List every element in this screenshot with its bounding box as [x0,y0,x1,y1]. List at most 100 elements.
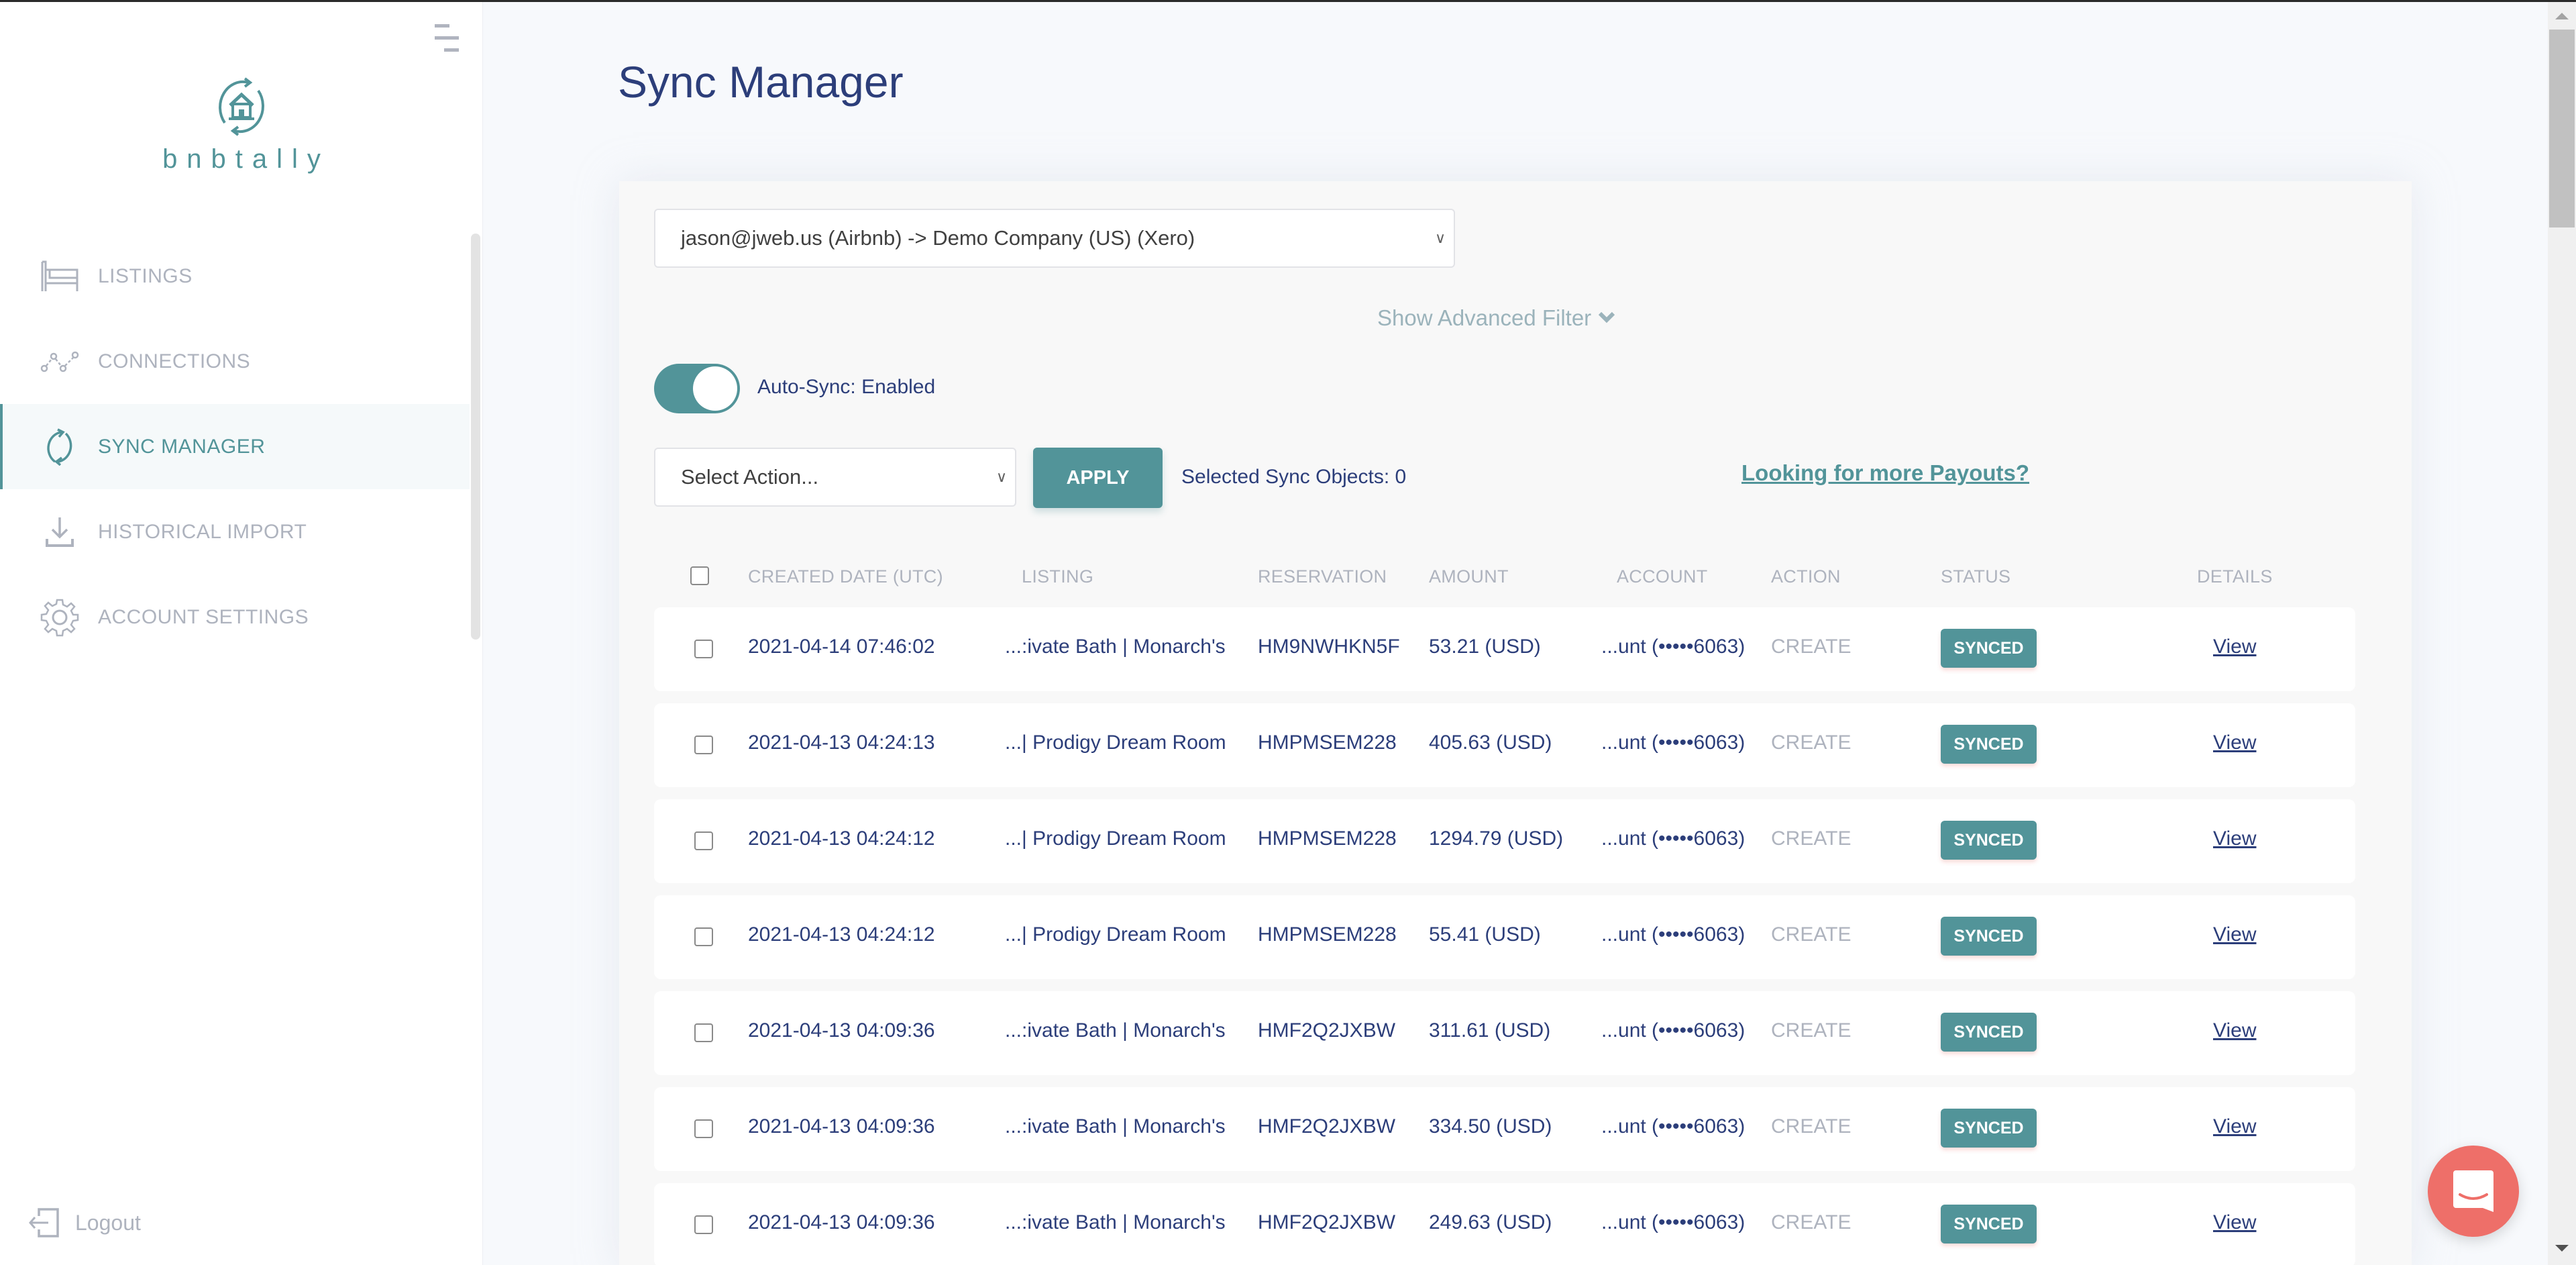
action-select-value: Select Action... [681,465,819,489]
sidebar-scrollbar[interactable] [471,234,480,640]
listing-name: ...:ivate Bath | Monarch's [1005,1115,1226,1137]
action-type: CREATE [1771,1019,1851,1042]
amount: 334.50 (USD) [1429,1115,1552,1137]
action-type: CREATE [1771,636,1851,658]
apply-button[interactable]: APPLY [1033,448,1163,508]
action-select[interactable]: Select Action... ∨ [654,448,1016,507]
account: ...unt (•••••6063) [1601,1115,1746,1137]
sidebar-item-historical-import[interactable]: HISTORICAL IMPORT [0,489,470,574]
reservation-code: HM9NWHKN5F [1258,636,1400,658]
account: ...unt (•••••6063) [1601,827,1746,850]
table-row: 2021-04-13 04:09:36 ...:ivate Bath | Mona… [654,1183,2355,1265]
column-header[interactable]: ACTION [1771,566,1841,587]
sidebar-item-sync-manager[interactable]: SYNC MANAGER [0,404,470,489]
reservation-code: HMF2Q2JXBW [1258,1115,1396,1137]
created-date: 2021-04-13 04:09:36 [748,1211,935,1233]
page-title: Sync Manager [618,57,904,107]
column-header[interactable]: STATUS [1941,566,2010,587]
column-header[interactable]: CREATED DATE (UTC) [748,566,943,587]
sidebar-item-connections[interactable]: CONNECTIONS [0,319,470,404]
listing-name: ...:ivate Bath | Monarch's [1005,636,1226,658]
scroll-up-arrow-icon[interactable] [2555,13,2569,19]
table-row: 2021-04-13 04:09:36 ...:ivate Bath | Mona… [654,1087,2355,1171]
auto-sync-toggle[interactable] [654,364,740,413]
table-row: 2021-04-13 04:24:12 ...| Prodigy Dream Ro… [654,799,2355,883]
row-checkbox[interactable] [694,1215,713,1234]
sidebar-item-listings[interactable]: LISTINGS [0,234,470,319]
action-type: CREATE [1771,827,1851,850]
column-header[interactable]: LISTING [1022,566,1093,587]
brand-name: bnbtally [162,144,330,174]
amount: 53.21 (USD) [1429,636,1541,658]
amount: 1294.79 (USD) [1429,827,1564,850]
created-date: 2021-04-13 04:09:36 [748,1115,935,1137]
amount: 311.61 (USD) [1429,1019,1551,1042]
column-header[interactable]: ACCOUNT [1617,566,1708,587]
column-header[interactable]: AMOUNT [1429,566,1509,587]
created-date: 2021-04-14 07:46:02 [748,636,935,658]
chat-button[interactable] [2428,1146,2519,1237]
sidebar-item-label: HISTORICAL IMPORT [98,520,307,543]
view-details-link[interactable]: View [2213,923,2256,946]
row-checkbox[interactable] [694,640,713,658]
select-all-checkbox[interactable] [690,566,709,585]
selected-count: Selected Sync Objects: 0 [1181,466,1407,488]
listing-name: ...| Prodigy Dream Room [1005,827,1226,850]
table-row: 2021-04-13 04:09:36 ...:ivate Bath | Mona… [654,991,2355,1075]
action-type: CREATE [1771,923,1851,946]
created-date: 2021-04-13 04:24:12 [748,827,935,850]
connection-select[interactable]: jason@jweb.us (Airbnb) -> Demo Company (… [654,209,1455,268]
sidebar: bnbtally LISTINGS CONNECTIONS SYNC MANAG… [0,2,483,1265]
scroll-down-arrow-icon[interactable] [2555,1245,2569,1252]
scrollbar-thumb[interactable] [2549,30,2575,227]
view-details-link[interactable]: View [2213,636,2256,658]
download-icon [40,513,79,552]
listing-name: ...| Prodigy Dream Room [1005,731,1226,754]
sidebar-nav: LISTINGS CONNECTIONS SYNC MANAGER HISTOR… [0,234,470,660]
view-details-link[interactable]: View [2213,1211,2256,1234]
row-checkbox[interactable] [694,1119,713,1138]
advanced-filter-label: Show Advanced Filter [1377,305,1592,330]
column-header[interactable]: DETAILS [2197,566,2273,587]
sidebar-item-account-settings[interactable]: ACCOUNT SETTINGS [0,574,470,660]
chevron-down-icon: ∨ [1434,230,1446,246]
listing-name: ...:ivate Bath | Monarch's [1005,1211,1226,1233]
logo[interactable]: bnbtally [0,76,483,174]
table-row: 2021-04-13 04:24:12 ...| Prodigy Dream Ro… [654,895,2355,979]
status-badge: SYNCED [1941,917,2037,956]
more-payouts-link[interactable]: Looking for more Payouts? [1741,460,2029,486]
sidebar-item-label: LISTINGS [98,264,193,287]
account: ...unt (•••••6063) [1601,923,1746,946]
sync-icon [40,427,79,466]
logout-button[interactable]: Logout [28,1207,141,1239]
menu-toggle-icon[interactable] [435,24,460,52]
row-checkbox[interactable] [694,927,713,946]
account: ...unt (•••••6063) [1601,731,1746,754]
sync-card: jason@jweb.us (Airbnb) -> Demo Company (… [619,181,2412,1265]
row-checkbox[interactable] [694,831,713,850]
view-details-link[interactable]: View [2213,827,2256,850]
view-details-link[interactable]: View [2213,731,2256,754]
row-checkbox[interactable] [694,736,713,754]
reservation-code: HMF2Q2JXBW [1258,1211,1396,1233]
amount: 405.63 (USD) [1429,731,1552,754]
account: ...unt (•••••6063) [1601,636,1746,658]
row-checkbox[interactable] [694,1023,713,1042]
toggle-knob [693,366,737,411]
reservation-code: HMF2Q2JXBW [1258,1019,1396,1042]
advanced-filter-toggle[interactable]: Show Advanced Filter [1377,305,1615,331]
column-header[interactable]: RESERVATION [1258,566,1387,587]
table-row: 2021-04-13 04:24:13 ...| Prodigy Dream Ro… [654,703,2355,787]
account: ...unt (•••••6063) [1601,1211,1746,1233]
chat-icon [2453,1170,2493,1212]
account: ...unt (•••••6063) [1601,1019,1746,1042]
view-details-link[interactable]: View [2213,1019,2256,1042]
view-details-link[interactable]: View [2213,1115,2256,1138]
status-badge: SYNCED [1941,629,2037,668]
connection-select-value: jason@jweb.us (Airbnb) -> Demo Company (… [681,226,1195,250]
bed-icon [40,257,79,296]
logout-icon [29,1208,59,1237]
page-scrollbar[interactable] [2548,2,2576,1265]
sidebar-item-label: CONNECTIONS [98,350,251,372]
reservation-code: HMPMSEM228 [1258,827,1397,850]
